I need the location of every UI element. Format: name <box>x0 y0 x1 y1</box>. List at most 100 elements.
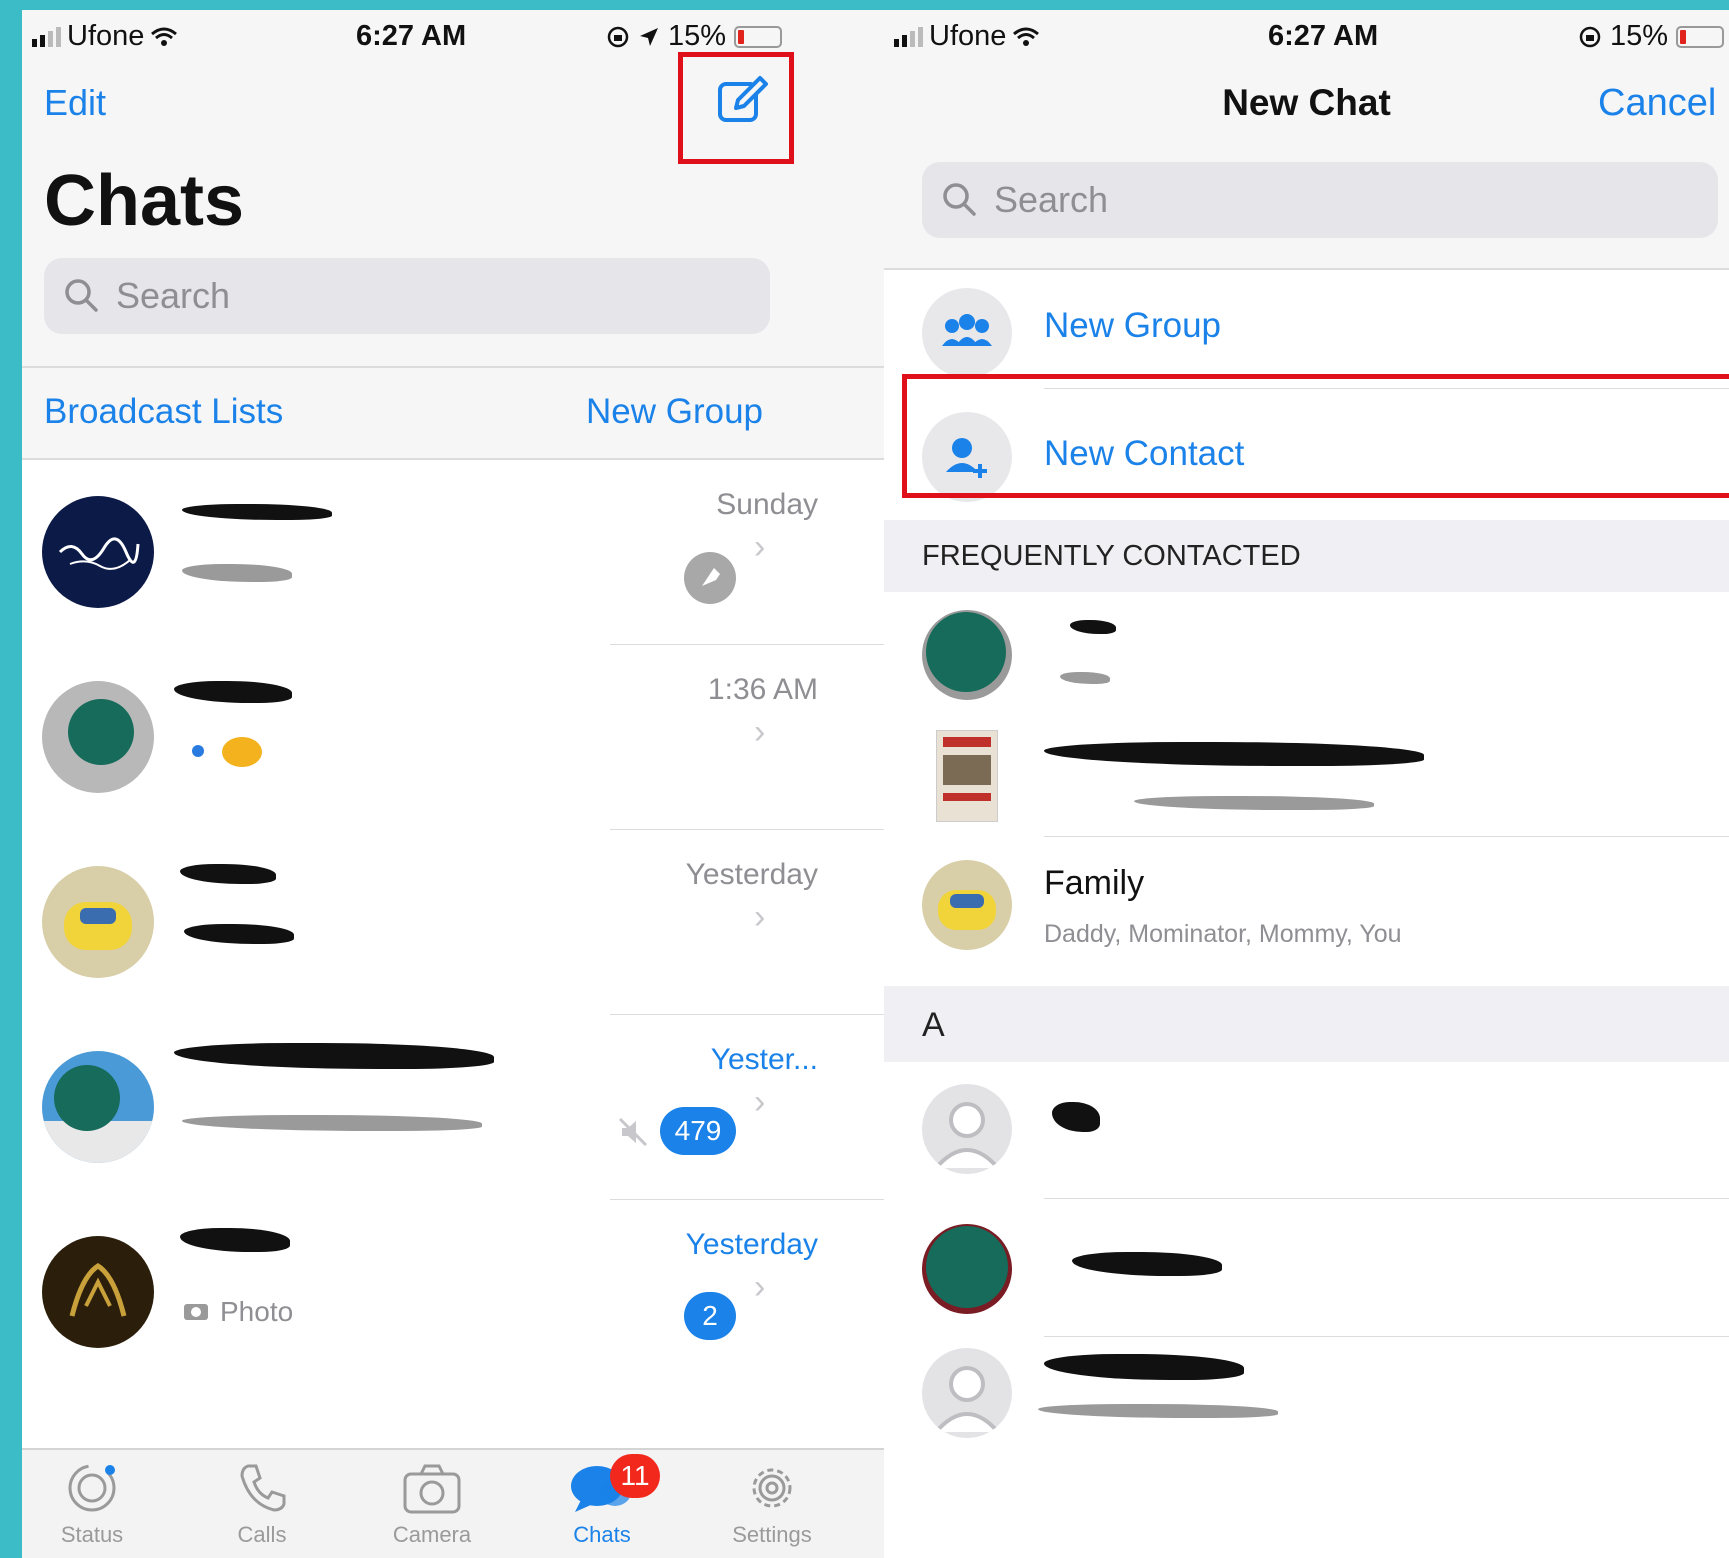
contact-row[interactable] <box>884 1200 1729 1336</box>
contact-members: Daddy, Mominator, Mommy, You <box>1044 920 1402 948</box>
status-bar: Ufone 6:27 AM 15% <box>884 10 1729 62</box>
contacts-list <box>884 1062 1729 1558</box>
chat-row[interactable]: Sunday › <box>22 460 884 644</box>
camera-icon <box>403 1464 461 1514</box>
section-header: A <box>884 986 1729 1062</box>
avatar <box>936 730 998 822</box>
avatar <box>42 1051 154 1163</box>
tab-label: Settings <box>732 1522 812 1547</box>
search-icon <box>65 279 98 312</box>
chevron-right-icon: › <box>754 898 766 936</box>
gear-icon <box>752 1468 792 1508</box>
tab-bar: Status Calls Camera Chats 11 Settings <box>22 1448 884 1558</box>
search-input[interactable]: Search <box>44 258 770 334</box>
chevron-right-icon: › <box>754 713 766 751</box>
tab-label: Status <box>60 1522 124 1547</box>
default-avatar-icon <box>922 1084 1012 1174</box>
section-title: A <box>922 1006 945 1044</box>
chat-list: Sunday › 1:36 AM › Yesterday › Yester...… <box>22 460 884 1470</box>
carrier-name: Ufone <box>67 20 145 52</box>
chat-row[interactable]: Yesterday › <box>22 830 884 1014</box>
unread-badge: 2 <box>684 1292 736 1340</box>
battery-percent: 15% <box>668 20 727 52</box>
contact-row[interactable] <box>884 1062 1729 1198</box>
carrier-name: Ufone <box>929 20 1007 52</box>
avatar <box>922 610 1012 700</box>
search-icon <box>943 183 976 216</box>
phone-icon <box>240 1464 286 1512</box>
chevron-right-icon: › <box>754 1083 766 1121</box>
chat-time: Sunday <box>716 488 818 521</box>
tab-settings[interactable]: Settings <box>702 1460 842 1548</box>
section-header: FREQUENTLY CONTACTED <box>884 520 1729 592</box>
status-time: 6:27 AM <box>1268 20 1379 52</box>
status-time: 6:27 AM <box>356 20 467 52</box>
status-icon <box>68 1464 116 1512</box>
contact-row[interactable] <box>884 1338 1729 1474</box>
chat-row[interactable]: Photo Yesterday 2 › <box>22 1200 884 1384</box>
orientation-lock-icon <box>1579 26 1601 47</box>
default-avatar-icon <box>922 1348 1012 1438</box>
battery-percent: 15% <box>1610 20 1669 52</box>
tab-label: Chats <box>573 1522 631 1547</box>
wifi-icon <box>151 27 178 46</box>
avatar <box>922 1224 1012 1314</box>
signal-icon <box>32 26 61 47</box>
chat-preview: Photo <box>220 1296 294 1327</box>
chat-time: Yesterday <box>685 1228 818 1261</box>
chat-time: 1:36 AM <box>707 673 818 706</box>
contact-row[interactable] <box>884 592 1729 716</box>
frequent-list: Family Daddy, Mominator, Mommy, You <box>884 592 1729 986</box>
avatar <box>42 681 154 793</box>
search-placeholder: Search <box>994 179 1109 220</box>
chat-time: Yesterday <box>685 858 818 891</box>
avatar <box>42 866 154 978</box>
emoji <box>192 745 204 757</box>
new-chat-screen: Ufone 6:27 AM 15% New Chat Cancel Search… <box>884 10 1729 1558</box>
chevron-right-icon: › <box>754 528 766 566</box>
avatar <box>42 496 154 608</box>
chats-screen: Ufone 6:27 AM 15% Edit Chats Search Broa… <box>22 10 884 1558</box>
contact-row[interactable] <box>884 716 1729 836</box>
chat-time: Yester... <box>710 1043 818 1076</box>
contact-name: Family <box>1044 864 1145 902</box>
muted-icon <box>618 1117 648 1147</box>
chat-row[interactable]: 1:36 AM › <box>22 645 884 829</box>
chats-badge: 11 <box>610 1454 660 1498</box>
avatar <box>922 860 1012 950</box>
chevron-right-icon: › <box>754 1268 766 1306</box>
camera-icon <box>184 1304 208 1320</box>
tab-camera[interactable]: Camera <box>362 1460 502 1548</box>
divider <box>22 366 884 368</box>
emoji <box>222 737 262 767</box>
pin-icon <box>684 552 736 604</box>
battery-icon <box>734 25 783 48</box>
group-icon <box>922 288 1012 378</box>
search-placeholder: Search <box>116 275 231 316</box>
page-title: Chats <box>44 161 245 241</box>
signal-icon <box>894 26 923 47</box>
chat-row[interactable]: Yester... 479 › <box>22 1015 884 1199</box>
tab-calls[interactable]: Calls <box>192 1460 332 1548</box>
new-group-label: New Group <box>1044 306 1222 345</box>
tab-chats[interactable]: Chats 11 <box>532 1454 672 1548</box>
avatar <box>42 1236 154 1348</box>
new-contact-highlight-box <box>902 374 1729 498</box>
location-icon <box>640 27 658 46</box>
contact-row-family[interactable]: Family Daddy, Mominator, Mommy, You <box>884 838 1729 976</box>
wifi-icon <box>1013 27 1040 46</box>
tab-status[interactable]: Status <box>22 1460 162 1548</box>
compose-highlight-box <box>678 52 794 164</box>
orientation-lock-icon <box>607 26 629 47</box>
broadcast-lists-link[interactable]: Broadcast Lists <box>44 392 283 432</box>
edit-button[interactable]: Edit <box>44 82 106 124</box>
search-input[interactable]: Search <box>922 162 1718 238</box>
new-group-link[interactable]: New Group <box>586 392 763 432</box>
new-group-row[interactable]: New Group <box>884 270 1729 388</box>
battery-icon <box>1676 25 1725 48</box>
section-title: FREQUENTLY CONTACTED <box>922 540 1301 572</box>
cancel-button[interactable]: Cancel <box>1598 82 1716 125</box>
tab-label: Camera <box>392 1522 472 1547</box>
unread-badge: 479 <box>660 1107 736 1155</box>
tab-label: Calls <box>237 1522 287 1547</box>
